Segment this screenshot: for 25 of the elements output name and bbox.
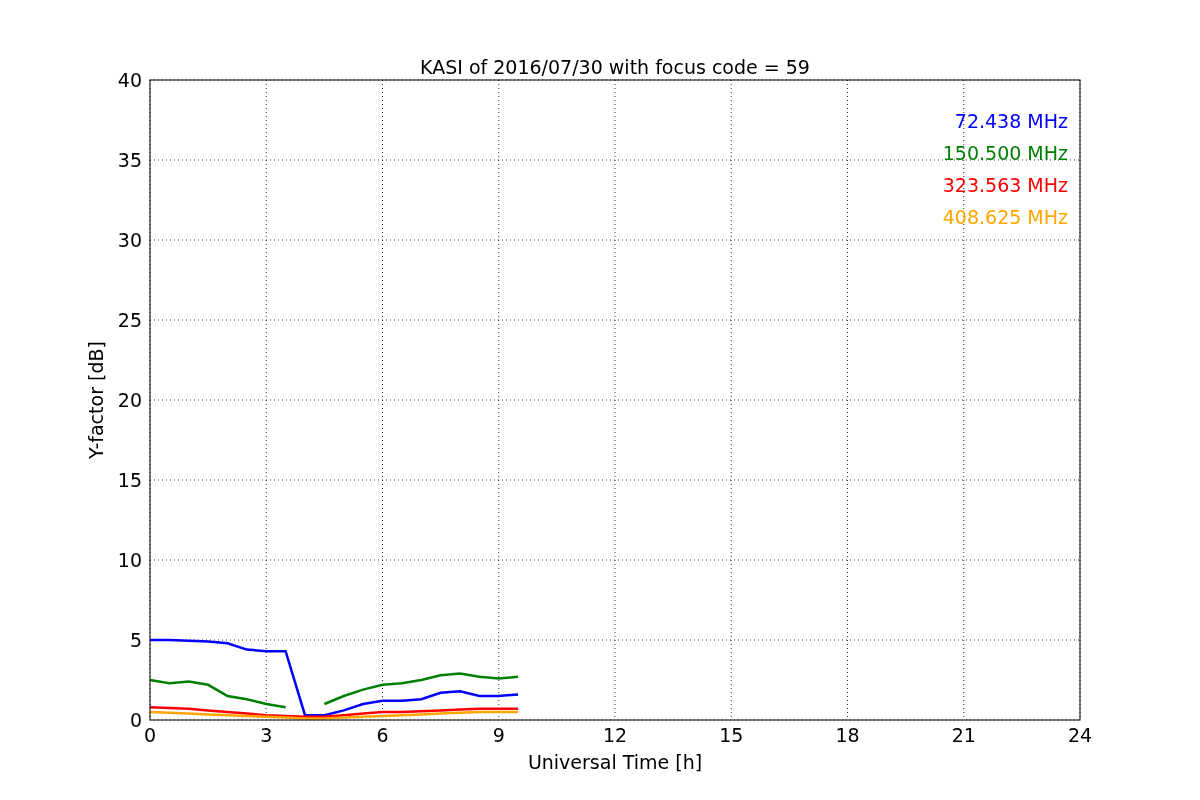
- x-axis-label: Universal Time [h]: [527, 751, 703, 773]
- x-tick-label: 0: [143, 724, 157, 746]
- y-axis-label: Y-factor [dB]: [85, 341, 107, 459]
- y-tick-label: 25: [117, 309, 142, 331]
- legend-label: 408.625 MHz: [942, 206, 1068, 228]
- y-tick-label: 30: [117, 229, 142, 251]
- x-tick-label: 6: [376, 724, 389, 746]
- x-tick-label: 24: [1067, 724, 1093, 746]
- y-tick-label: 40: [117, 69, 142, 91]
- y-tick-label: 5: [129, 629, 142, 651]
- x-tick-label: 18: [835, 724, 860, 746]
- x-tick-label: 21: [951, 724, 976, 746]
- legend-label: 323.563 MHz: [942, 174, 1068, 196]
- y-tick-label: 15: [117, 469, 142, 491]
- y-tick-label: 10: [117, 549, 142, 571]
- chart-title: KASI of 2016/07/30 with focus code = 59: [420, 56, 810, 78]
- legend-label: 150.500 MHz: [942, 142, 1068, 164]
- x-tick-label: 3: [260, 724, 273, 746]
- y-tick-label: 20: [117, 389, 142, 411]
- y-tick-label: 35: [117, 149, 142, 171]
- y-tick-label: 0: [129, 709, 142, 731]
- legend-label: 72.438 MHz: [954, 110, 1068, 132]
- x-tick-label: 15: [719, 724, 744, 746]
- x-tick-label: 9: [492, 724, 505, 746]
- x-tick-label: 12: [602, 724, 628, 746]
